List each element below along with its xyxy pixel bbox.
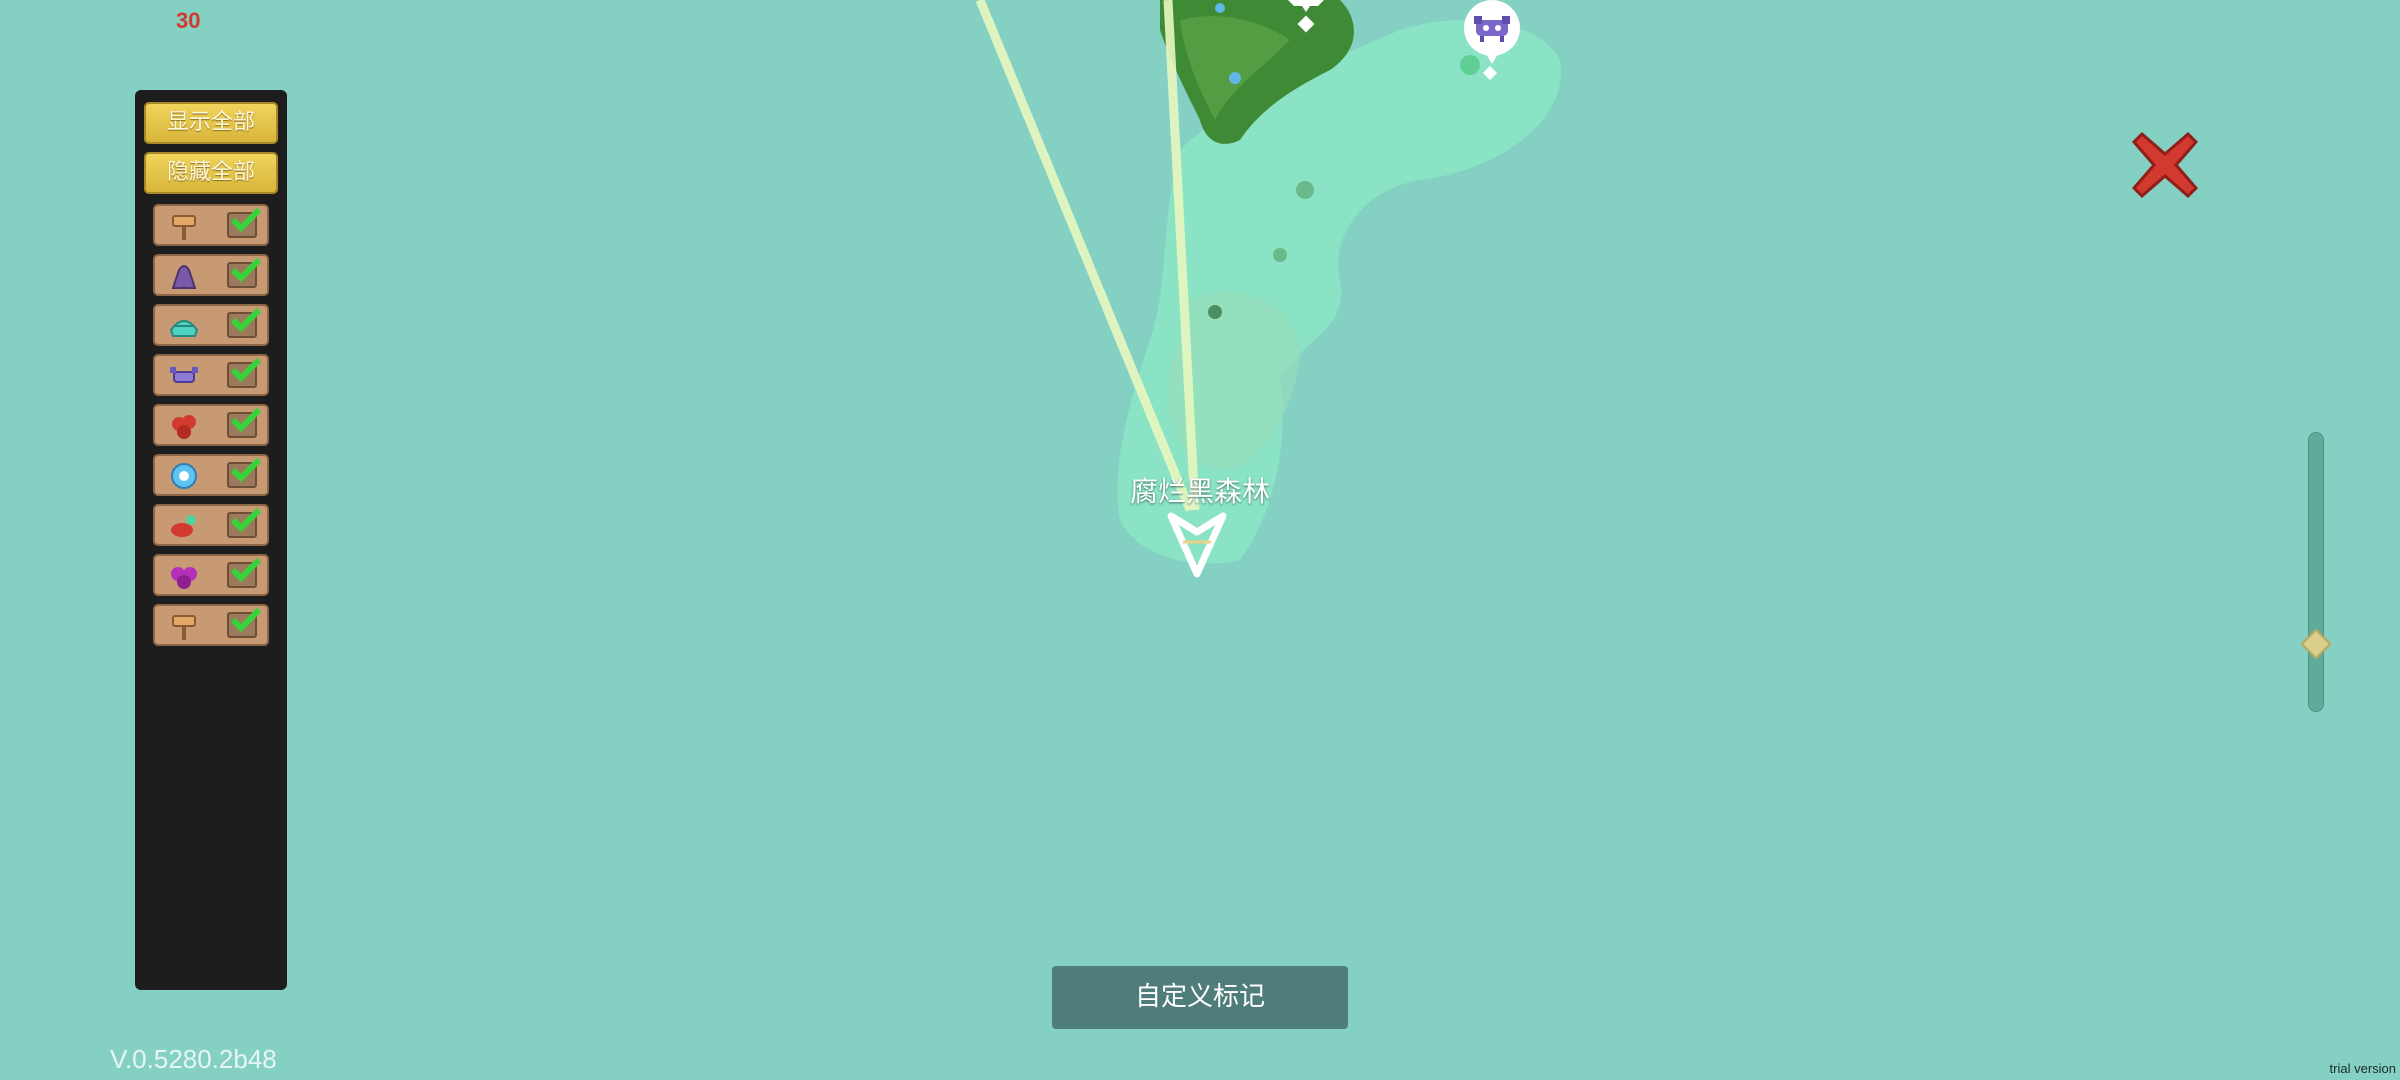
light-beams [975, 0, 1200, 512]
filter-checkbox[interactable] [227, 407, 262, 438]
version-label: V.0.5280.2b48 [110, 1044, 277, 1074]
player-marker[interactable] [1165, 510, 1229, 580]
checkmark-icon [230, 207, 262, 233]
poi-pin-icon [1288, 0, 1324, 33]
zoom-thumb[interactable] [2300, 628, 2332, 660]
purple-crab-icon [1464, 0, 1520, 81]
filter-checkbox[interactable] [227, 457, 262, 488]
filter-item-purple-rock[interactable] [153, 254, 269, 296]
checkmark-icon [230, 257, 262, 283]
signpost-icon [172, 215, 196, 240]
map-filter-panel: 显示全部 隐藏全部 [135, 90, 287, 990]
trial-version-label: trial version [2329, 1061, 2396, 1076]
show-all-button[interactable]: 显示全部 [144, 102, 278, 144]
red-beast-icon [171, 515, 196, 537]
filter-checkbox[interactable] [227, 207, 262, 238]
location-name: 腐烂黑森林 [1129, 475, 1270, 508]
close-map-button[interactable] [2130, 130, 2200, 200]
filter-item-signpost[interactable] [153, 204, 269, 246]
purple-crab-icon [170, 367, 198, 383]
hide-all-button[interactable]: 隐藏全部 [144, 152, 278, 194]
filter-checkbox[interactable] [227, 357, 262, 388]
custom-mark-button[interactable]: 自定义标记 [1052, 966, 1348, 1029]
red-coral-icon [172, 415, 196, 439]
magenta-coral-icon [171, 567, 197, 589]
checkmark-icon [230, 407, 262, 433]
filter-item-purple-crab[interactable] [153, 354, 269, 396]
purple-rock-icon [171, 265, 197, 289]
filter-item-blue-orb[interactable] [153, 454, 269, 496]
filter-item-teal-shell[interactable] [153, 304, 269, 346]
filter-checkbox[interactable] [227, 557, 262, 588]
zoom-track[interactable] [2308, 432, 2324, 712]
filter-item-red-coral[interactable] [153, 404, 269, 446]
map-poi-crab[interactable] [1462, 0, 1522, 86]
player-arrow-icon [1167, 512, 1227, 578]
filter-item-signpost[interactable] [153, 604, 269, 646]
checkmark-icon [230, 507, 262, 533]
filter-checkbox[interactable] [227, 307, 262, 338]
blue-orb-icon [171, 463, 197, 489]
filter-checkbox[interactable] [227, 607, 262, 638]
close-icon [2131, 131, 2199, 199]
checkmark-icon [230, 557, 262, 583]
map-poi-pin[interactable] [1284, 0, 1328, 36]
filter-item-red-beast[interactable] [153, 504, 269, 546]
fps-counter: 30 [176, 8, 201, 33]
checkmark-icon [230, 357, 262, 383]
checkmark-icon [230, 457, 262, 483]
signpost-icon [172, 615, 196, 640]
filter-checkbox[interactable] [227, 257, 262, 288]
filter-checkbox[interactable] [227, 507, 262, 538]
zoom-slider[interactable] [2300, 432, 2332, 712]
teal-shell-icon [169, 320, 199, 337]
filter-item-magenta-coral[interactable] [153, 554, 269, 596]
checkmark-icon [230, 307, 262, 333]
checkmark-icon [230, 607, 262, 633]
